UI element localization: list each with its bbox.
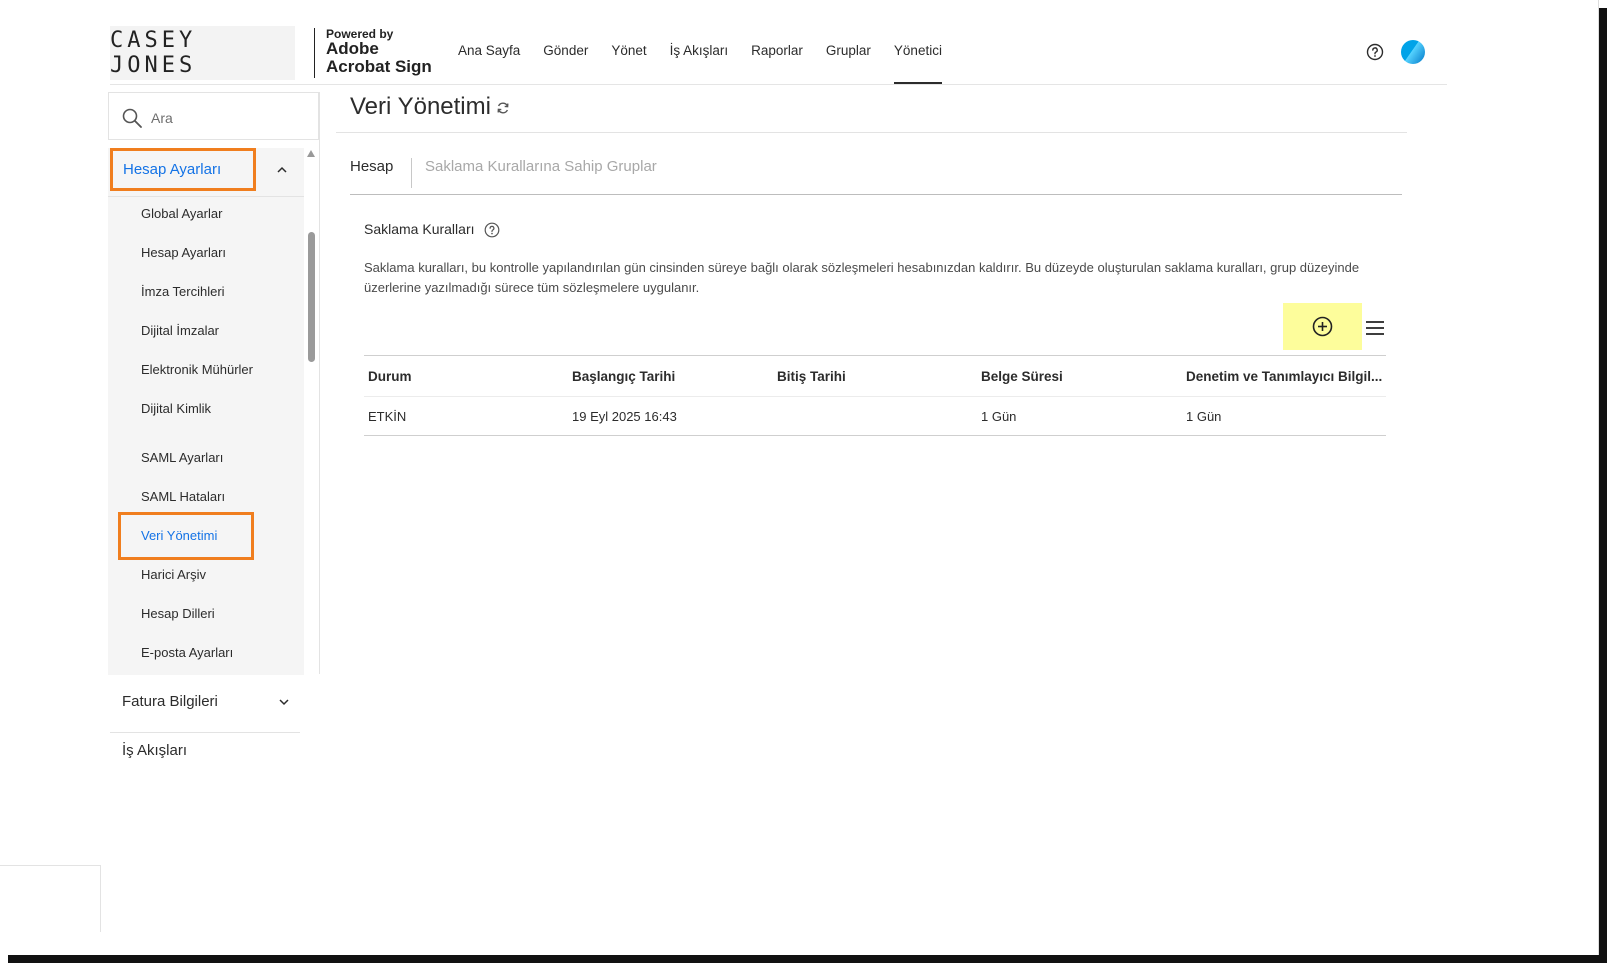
sidebar-item-account-settings[interactable]: Hesap Ayarları	[141, 245, 226, 260]
page-title: Veri Yönetimi	[350, 93, 491, 120]
nav-manage[interactable]: Yönet	[611, 22, 646, 84]
sidebar-item-digital-identity[interactable]: Dijital Kimlik	[141, 401, 211, 416]
nav-groups[interactable]: Gruplar	[826, 22, 871, 84]
sidebar-item-electronic-seals[interactable]: Elektronik Mühürler	[141, 362, 253, 377]
sidebar-item-account-languages[interactable]: Hesap Dilleri	[141, 606, 215, 621]
user-avatar[interactable]	[1401, 40, 1425, 64]
column-header-document-duration[interactable]: Belge Süresi	[981, 369, 1063, 384]
retention-rules-table: Durum Başlangıç Tarihi Bitiş Tarihi Belg…	[364, 355, 1386, 436]
cell-status: ETKİN	[368, 409, 407, 424]
main-nav: Ana Sayfa Gönder Yönet İş Akışları Rapor…	[458, 22, 965, 84]
sidebar-item-digital-signatures[interactable]: Dijital İmzalar	[141, 323, 219, 338]
section-header-billing[interactable]: Fatura Bilgileri	[110, 684, 300, 733]
chevron-up-icon[interactable]	[276, 164, 288, 176]
section-header-account-settings[interactable]: Hesap Ayarları	[108, 148, 304, 197]
sidebar: Hesap Ayarları Global Ayarlar Hesap Ayar…	[108, 92, 319, 682]
section-label-billing: Fatura Bilgileri	[122, 693, 218, 710]
column-header-status[interactable]: Durum	[368, 369, 412, 384]
help-icon[interactable]	[1366, 43, 1384, 61]
info-help-icon[interactable]	[484, 222, 500, 238]
search-input[interactable]	[149, 105, 313, 131]
adobe-acrobat-sign-logo: Powered by Adobe Acrobat Sign	[326, 28, 432, 76]
company-logo[interactable]: CASEY JONES	[110, 26, 295, 80]
sidebar-item-signature-preferences[interactable]: İmza Tercihleri	[141, 284, 225, 299]
nav-reports[interactable]: Raporlar	[751, 22, 803, 84]
company-logo-text: CASEY JONES	[110, 28, 197, 78]
tab-groups-with-retention-rules[interactable]: Saklama Kurallarına Sahip Gruplar	[425, 158, 657, 175]
column-header-audit-info[interactable]: Denetim ve Tanımlayıcı Bilgil...	[1186, 369, 1382, 384]
sidebar-divider	[319, 92, 320, 674]
section-label-workflows: İş Akışları	[122, 742, 188, 759]
section-label-account-settings: Hesap Ayarları	[110, 148, 256, 191]
tab-bar: Hesap Saklama Kurallarına Sahip Gruplar	[350, 150, 1402, 195]
column-header-end-date[interactable]: Bitiş Tarihi	[777, 369, 846, 384]
cell-document-duration: 1 Gün	[981, 409, 1017, 424]
plus-circle-icon	[1312, 316, 1333, 337]
search-icon	[122, 108, 142, 128]
cell-audit-info: 1 Gün	[1186, 409, 1222, 424]
section-header-workflows[interactable]: İş Akışları	[110, 733, 300, 781]
chevron-down-icon[interactable]	[278, 696, 290, 708]
logo-divider	[314, 28, 315, 78]
nav-workflows[interactable]: İş Akışları	[670, 22, 729, 84]
brand-line-2: Acrobat Sign	[326, 57, 432, 76]
sidebar-item-saml-settings[interactable]: SAML Ayarları	[141, 450, 223, 465]
account-settings-panel: Hesap Ayarları Global Ayarlar Hesap Ayar…	[108, 148, 304, 675]
search-box	[108, 92, 319, 140]
hamburger-menu-icon[interactable]	[1365, 318, 1385, 338]
sidebar-item-email-settings[interactable]: E-posta Ayarları	[141, 645, 233, 660]
refresh-icon[interactable]	[496, 101, 510, 115]
tab-divider	[411, 158, 412, 188]
background-window-edge	[0, 865, 101, 932]
nav-admin[interactable]: Yönetici	[893, 22, 942, 84]
column-header-start-date[interactable]: Başlangıç Tarihi	[572, 369, 675, 384]
title-divider	[336, 132, 1407, 133]
add-retention-rule-button[interactable]	[1283, 303, 1362, 350]
sidebar-item-data-governance[interactable]: Veri Yönetimi	[141, 528, 217, 543]
sidebar-item-external-archive[interactable]: Harici Arşiv	[141, 567, 206, 582]
top-header: CASEY JONES Powered by Adobe Acrobat Sig…	[110, 22, 1447, 85]
sidebar-item-saml-errors[interactable]: SAML Hataları	[141, 489, 225, 504]
retention-rules-description: Saklama kuralları, bu kontrolle yapıland…	[364, 260, 1360, 295]
brand-line-1: Adobe	[326, 39, 379, 58]
table-header-row: Durum Başlangıç Tarihi Bitiş Tarihi Belg…	[364, 355, 1386, 396]
table-row[interactable]: ETKİN 19 Eyl 2025 16:43 1 Gün 1 Gün	[364, 396, 1386, 436]
scroll-up-arrow-icon[interactable]	[307, 150, 315, 157]
retention-rules-heading: Saklama Kuralları	[364, 221, 475, 237]
sidebar-scrollbar[interactable]	[306, 148, 316, 675]
nav-send[interactable]: Gönder	[543, 22, 588, 84]
sidebar-scroll-thumb[interactable]	[308, 232, 315, 362]
tab-account[interactable]: Hesap	[350, 158, 393, 175]
nav-home[interactable]: Ana Sayfa	[458, 22, 520, 84]
sidebar-item-global-settings[interactable]: Global Ayarlar	[141, 206, 222, 221]
cell-start-date: 19 Eyl 2025 16:43	[572, 409, 677, 424]
